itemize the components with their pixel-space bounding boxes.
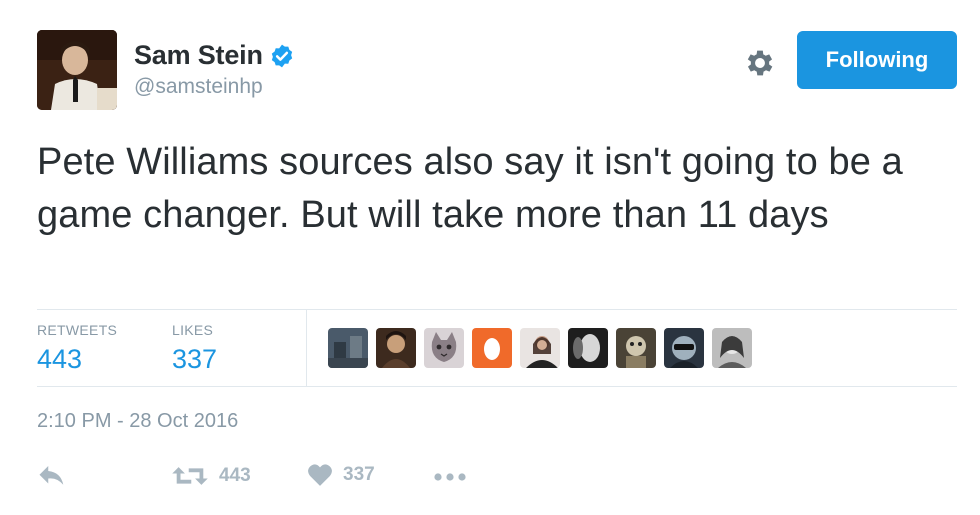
reply-icon	[39, 466, 64, 485]
verified-badge-icon	[269, 43, 295, 69]
likes-stat[interactable]: LIKES 337	[172, 322, 217, 375]
retweets-label: RETWEETS	[37, 322, 118, 338]
liker-avatar[interactable]	[568, 328, 608, 368]
stats-vertical-divider	[306, 309, 307, 387]
retweet-button[interactable]: 443	[171, 463, 251, 489]
user-handle[interactable]: @samsteinhp	[134, 75, 295, 99]
liker-avatar[interactable]	[520, 328, 560, 368]
more-dots-icon	[434, 473, 466, 481]
retweet-icon	[172, 467, 208, 485]
display-name[interactable]: Sam Stein	[134, 40, 263, 71]
heart-icon	[308, 464, 332, 486]
gear-icon[interactable]	[743, 46, 777, 80]
liker-avatar[interactable]	[424, 328, 464, 368]
likers-avatars	[328, 328, 760, 368]
liker-avatar[interactable]	[376, 328, 416, 368]
likes-label: LIKES	[172, 322, 214, 338]
tweet-timestamp[interactable]: 2:10 PM - 28 Oct 2016	[37, 410, 238, 433]
retweets-stat[interactable]: RETWEETS 443	[37, 322, 117, 375]
avatar[interactable]	[37, 30, 117, 110]
more-button[interactable]	[433, 465, 467, 489]
like-button[interactable]: 337	[307, 463, 375, 487]
following-button[interactable]: Following	[797, 31, 957, 89]
like-count: 337	[343, 464, 375, 485]
reply-button[interactable]	[37, 463, 67, 489]
stats-bottom-divider	[37, 386, 957, 387]
tweet-text: Pete Williams sources also say it isn't …	[37, 141, 903, 236]
retweets-count: 443	[37, 344, 83, 374]
stats-top-divider	[37, 309, 957, 310]
liker-avatar[interactable]	[712, 328, 752, 368]
liker-avatar[interactable]	[472, 328, 512, 368]
liker-avatar[interactable]	[616, 328, 656, 368]
profile-photo	[37, 30, 117, 110]
user-info: Sam Stein @samsteinhp	[134, 40, 295, 99]
liker-avatar[interactable]	[328, 328, 368, 368]
liker-avatar[interactable]	[664, 328, 704, 368]
retweet-count: 443	[219, 465, 251, 486]
likes-count: 337	[172, 344, 218, 374]
